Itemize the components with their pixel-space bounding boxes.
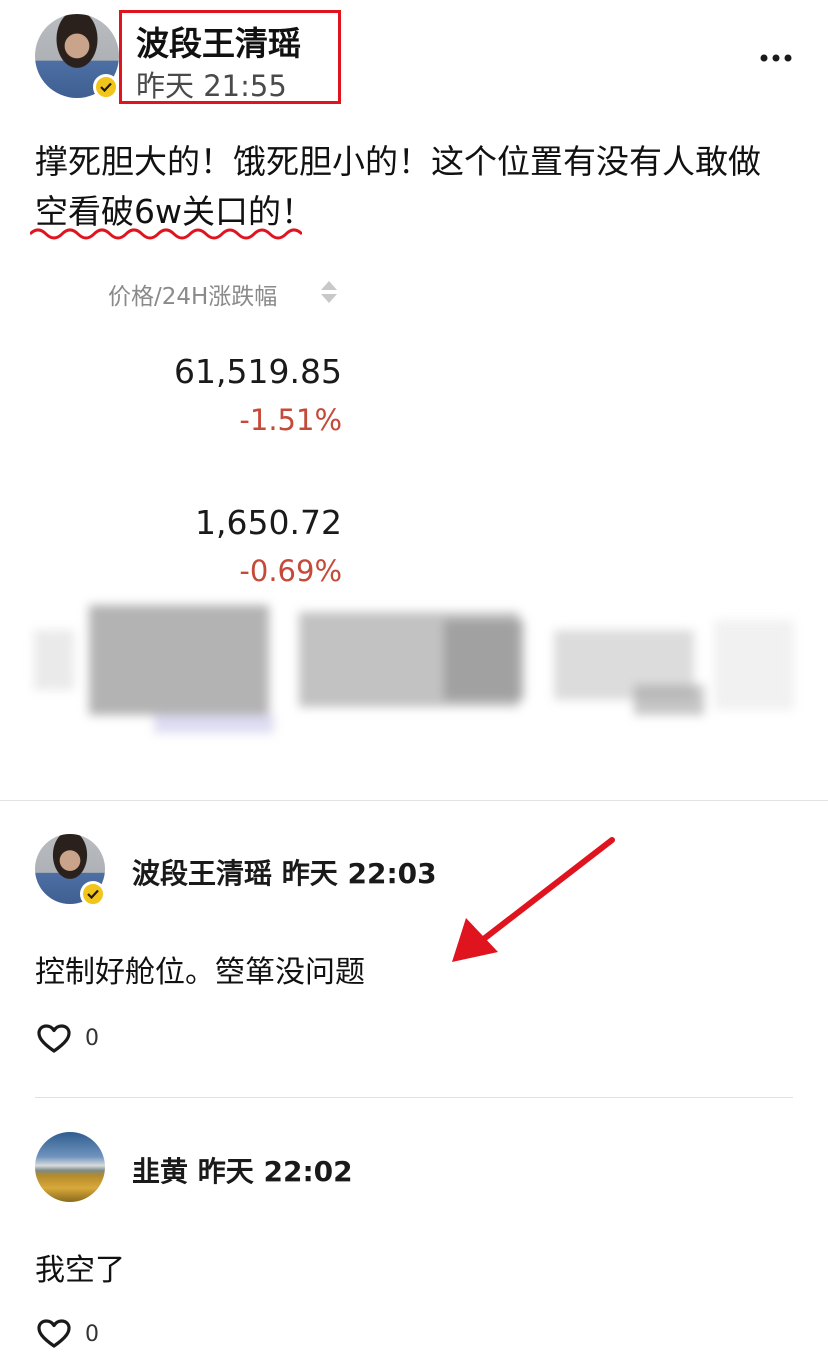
comment-text: 我空了 <box>35 1253 125 1288</box>
author-name[interactable]: 波段王清瑶 <box>136 17 301 65</box>
verified-badge-icon <box>80 881 106 907</box>
heart-icon <box>37 1319 71 1348</box>
comment-author-name: 韭黄 <box>132 1155 189 1188</box>
comment-author[interactable]: 波段王清瑶 昨天 22:03 <box>132 852 437 892</box>
sort-icon[interactable] <box>318 279 340 309</box>
like-button[interactable]: 0 <box>37 1022 117 1058</box>
comment-avatar[interactable] <box>35 1132 105 1202</box>
comment-author-name: 波段王清瑶 <box>132 857 273 890</box>
like-button[interactable]: 0 <box>37 1317 117 1351</box>
heart-icon <box>37 1024 71 1053</box>
comment-time: 昨天 22:03 <box>281 857 437 890</box>
post-time: 昨天 21:55 <box>136 69 287 103</box>
price-change: -1.51% <box>239 403 342 437</box>
comment-divider <box>35 1097 793 1098</box>
wavy-underline <box>30 228 302 240</box>
comment-author[interactable]: 韭黄 昨天 22:02 <box>132 1150 353 1190</box>
arrow-annotation <box>452 837 615 962</box>
price-value: 61,519.85 <box>174 352 342 391</box>
like-count: 0 <box>85 1026 99 1051</box>
like-count: 0 <box>85 1322 99 1347</box>
verified-badge-icon <box>93 74 119 100</box>
blurred-region <box>34 600 794 735</box>
price-header: 价格/24H涨跌幅 <box>108 284 278 310</box>
comment-time: 昨天 22:02 <box>197 1155 353 1188</box>
post-text-line-1: 撑死胆大的！饿死胆小的！这个位置有没有人敢做 <box>35 142 761 181</box>
section-divider <box>0 800 828 801</box>
price-value: 1,650.72 <box>195 503 342 542</box>
comment-text: 控制好舱位。箜箪没问题 <box>35 955 365 990</box>
more-dots-icon[interactable] <box>758 50 794 64</box>
price-change: -0.69% <box>239 554 342 588</box>
